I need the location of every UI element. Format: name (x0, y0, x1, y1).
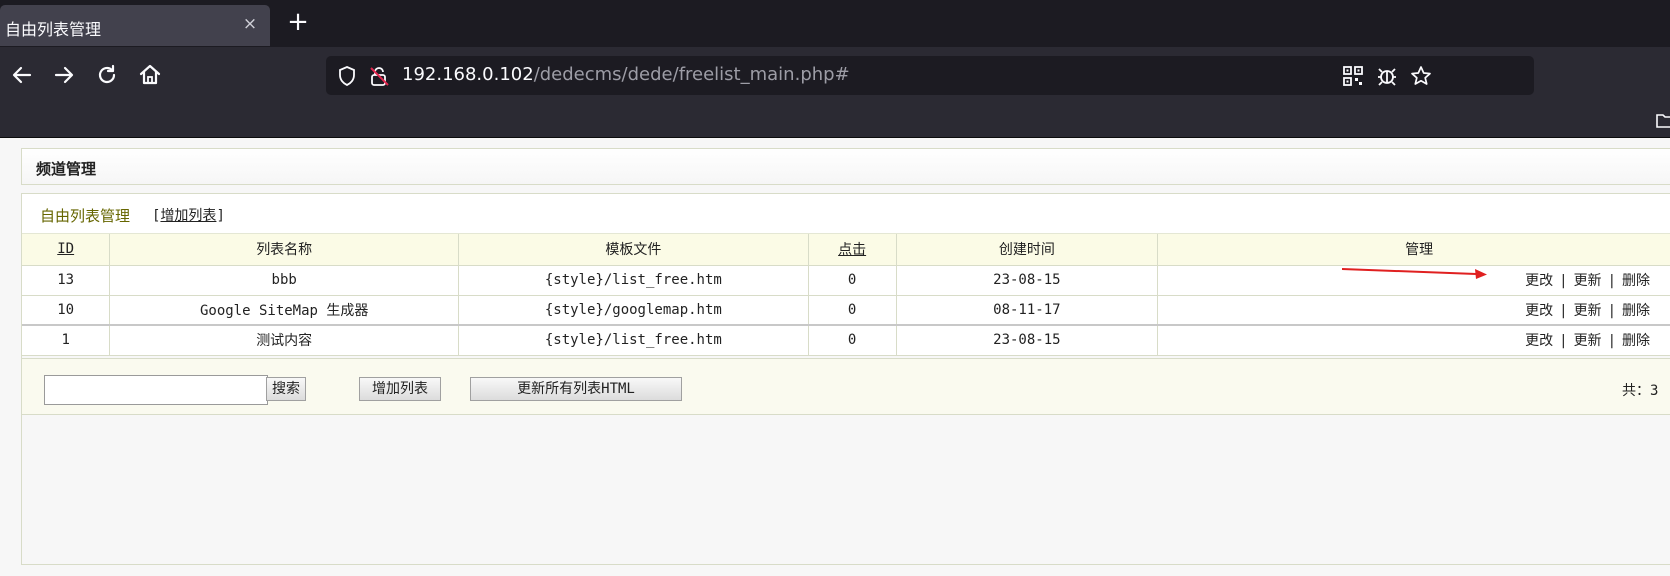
cell-created: 23-08-15 (896, 324, 1159, 356)
url-path: /dedecms/dede/freelist_main.php# (533, 64, 850, 85)
annotation-arrow-icon (1342, 268, 1487, 279)
delete-link[interactable]: 删除 (1622, 273, 1650, 289)
header-template: 模板文件 (458, 234, 809, 266)
table-header-row: ID 列表名称 模板文件 点击 创建时间 管理 (22, 234, 1670, 266)
header-created: 创建时间 (896, 234, 1159, 266)
cell-manage: 更改 | 更新 | 删除 (1157, 295, 1670, 326)
bookmarks-bar (0, 104, 1670, 138)
url-bar[interactable]: 192.168.0.102/dedecms/dede/freelist_main… (326, 56, 1534, 95)
cell-clicks: 0 (808, 265, 897, 296)
freelist-panel: 自由列表管理 [增加列表] ID 列表名称 模板文件 点击 创建时间 管理 13… (21, 193, 1670, 565)
home-icon[interactable] (136, 61, 164, 89)
reload-icon[interactable] (93, 61, 121, 89)
table-row: 10 Google SiteMap 生成器 {style}/googlemap.… (22, 295, 1670, 326)
separator: | (1607, 333, 1616, 350)
header-id[interactable]: ID (22, 234, 111, 266)
cell-manage: 更改 | 更新 | 删除 (1157, 324, 1670, 356)
cell-id: 10 (22, 295, 111, 326)
separator: | (1559, 302, 1568, 319)
separator: | (1607, 302, 1616, 319)
shield-icon[interactable] (336, 65, 358, 87)
url-text[interactable]: 192.168.0.102/dedecms/dede/freelist_main… (402, 64, 850, 85)
bug-icon[interactable] (1376, 65, 1398, 87)
search-button[interactable]: 搜索 (266, 377, 306, 401)
header-manage: 管理 (1157, 234, 1670, 266)
folder-icon[interactable] (1656, 111, 1670, 129)
forward-icon[interactable] (50, 61, 78, 89)
insecure-lock-icon[interactable] (368, 65, 390, 87)
freelist-table: ID 列表名称 模板文件 点击 创建时间 管理 13 bbb {style}/l… (22, 234, 1670, 356)
cell-id: 13 (22, 265, 111, 296)
add-list-link[interactable]: 增加列表 (160, 208, 216, 224)
qr-code-icon[interactable] (1342, 65, 1364, 87)
edit-link[interactable]: 更改 (1525, 273, 1553, 289)
search-input[interactable] (44, 375, 268, 405)
channel-title: 频道管理 (36, 160, 97, 178)
edit-link[interactable]: 更改 (1525, 303, 1553, 319)
delete-link[interactable]: 删除 (1622, 333, 1650, 349)
update-link[interactable]: 更新 (1574, 303, 1602, 319)
cell-template: {style}/list_free.htm (458, 324, 809, 356)
separator: | (1559, 333, 1568, 350)
panel-header: 自由列表管理 [增加列表] (22, 194, 1670, 234)
header-name: 列表名称 (109, 234, 460, 266)
cell-id: 1 (22, 324, 111, 356)
search-footer: 搜索 增加列表 更新所有列表HTML 共：3 (22, 358, 1670, 415)
browser-tab[interactable]: 自由列表管理 × (0, 5, 270, 46)
add-list-link-wrap: [增加列表] (152, 205, 225, 225)
update-all-html-button[interactable]: 更新所有列表HTML (470, 377, 682, 401)
cell-name: bbb (109, 265, 460, 296)
separator: | (1607, 273, 1616, 289)
browser-nav-bar: 192.168.0.102/dedecms/dede/freelist_main… (0, 47, 1670, 104)
update-link[interactable]: 更新 (1574, 273, 1602, 289)
close-tab-icon[interactable]: × (240, 14, 260, 36)
add-list-button[interactable]: 增加列表 (359, 377, 441, 401)
cell-created: 08-11-17 (896, 295, 1159, 326)
table-row: 1 测试内容 {style}/list_free.htm 0 23-08-15 … (22, 324, 1670, 356)
page-content: 频道管理 自由列表管理 [增加列表] ID 列表名称 模板文件 点击 创建时间 … (0, 138, 1670, 576)
total-count: 共：3 (1622, 383, 1659, 399)
cell-created: 23-08-15 (896, 265, 1159, 296)
cell-clicks: 0 (808, 324, 897, 356)
cell-template: {style}/list_free.htm (458, 265, 809, 296)
star-icon[interactable] (1410, 65, 1432, 87)
url-host: 192.168.0.102 (402, 64, 534, 85)
header-clicks[interactable]: 点击 (808, 234, 897, 266)
channel-panel: 频道管理 (21, 148, 1670, 185)
cell-template: {style}/googlemap.htm (458, 295, 809, 326)
delete-link[interactable]: 删除 (1622, 303, 1650, 319)
new-tab-button[interactable]: + (285, 9, 311, 37)
separator: | (1559, 273, 1568, 289)
tab-title: 自由列表管理 (5, 20, 102, 39)
section-title: 自由列表管理 (40, 207, 131, 225)
cell-name: Google SiteMap 生成器 (109, 295, 460, 326)
cell-name: 测试内容 (109, 324, 460, 356)
back-icon[interactable] (8, 61, 36, 89)
edit-link[interactable]: 更改 (1525, 333, 1553, 349)
update-link[interactable]: 更新 (1574, 333, 1602, 349)
browser-tab-bar: 自由列表管理 × + (0, 0, 1670, 47)
cell-clicks: 0 (808, 295, 897, 326)
bracket-close: ] (216, 208, 225, 224)
